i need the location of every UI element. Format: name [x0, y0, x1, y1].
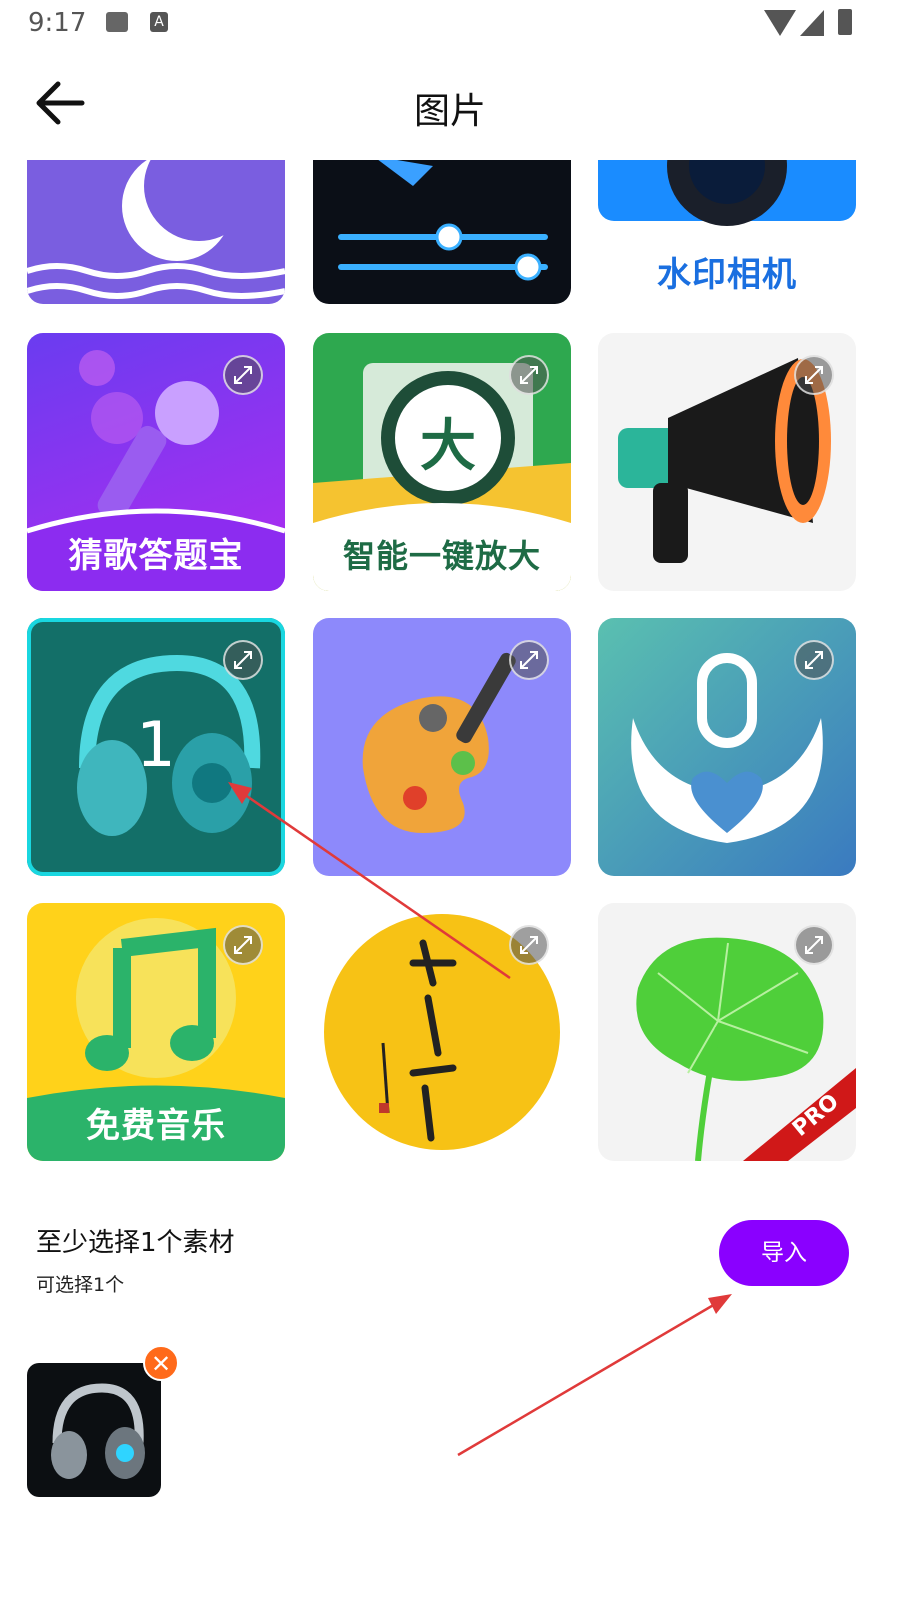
tile-caption: 猜歌答题宝 — [68, 536, 244, 576]
selection-hint: 至少选择1个素材 — [36, 1228, 235, 1258]
moon-image — [27, 160, 285, 299]
expand-icon — [234, 651, 252, 669]
battery-icon — [838, 9, 852, 35]
expand-button[interactable] — [223, 925, 263, 965]
status-time: 9:17 — [28, 8, 87, 38]
expand-button[interactable] — [509, 640, 549, 680]
expand-button[interactable] — [794, 925, 834, 965]
headphones-thumbnail-image — [51, 1383, 145, 1479]
import-button[interactable]: 导入 — [719, 1220, 849, 1286]
image-tile-megaphone[interactable] — [598, 333, 856, 591]
audio-sliders-image — [338, 160, 548, 281]
expand-button[interactable] — [509, 925, 549, 965]
expand-button[interactable] — [794, 640, 834, 680]
app-header: 图片 — [0, 60, 900, 150]
page-title: 图片 — [413, 91, 486, 132]
expand-icon — [234, 366, 252, 384]
signal-icon — [800, 10, 824, 36]
image-tile-mic[interactable]: 猜歌答题宝 — [27, 333, 285, 591]
expand-icon — [520, 651, 538, 669]
expand-icon — [805, 936, 823, 954]
image-tile-music[interactable]: 免费音乐 — [27, 903, 285, 1161]
tile-inner-char: 大 — [420, 414, 476, 479]
expand-icon — [805, 651, 823, 669]
selected-thumbnail[interactable] — [27, 1363, 161, 1497]
image-tile-audio-sliders[interactable] — [313, 160, 571, 304]
wifi-icon — [764, 10, 796, 36]
tile-caption: 免费音乐 — [86, 1106, 226, 1146]
selection-index: 1 — [136, 708, 176, 781]
expand-icon — [520, 366, 538, 384]
image-tile-mic-heart[interactable] — [598, 618, 856, 876]
expand-button[interactable] — [223, 355, 263, 395]
annotation-arrow-line — [457, 1298, 723, 1457]
expand-button[interactable] — [223, 640, 263, 680]
image-tile-lotus[interactable]: PRO — [598, 903, 856, 1161]
image-tile-moon[interactable] — [27, 160, 285, 304]
expand-button[interactable] — [794, 355, 834, 395]
tile-caption: 智能一键放大 — [342, 537, 541, 575]
status-bar: 9:17 A — [0, 0, 900, 48]
expand-icon — [234, 936, 252, 954]
image-tile-magnify[interactable]: 大 智能一键放大 — [313, 333, 571, 591]
image-tile-calligraphy[interactable] — [313, 903, 571, 1161]
expand-icon — [805, 366, 823, 384]
image-icon — [106, 12, 128, 32]
image-tile-headphones[interactable]: 1 — [27, 618, 285, 876]
close-icon: ✕ — [150, 1350, 172, 1378]
tile-caption: 水印相机 — [657, 255, 797, 295]
remove-selection-button[interactable]: ✕ — [143, 1345, 179, 1381]
image-grid[interactable]: 水印相机 猜歌答题宝 大 智能一键放大 1 免费音乐 PRO — [0, 160, 900, 1170]
a-icon: A — [150, 12, 168, 32]
expand-button[interactable] — [509, 355, 549, 395]
image-tile-palette[interactable] — [313, 618, 571, 876]
expand-icon — [520, 936, 538, 954]
image-tile-watermark-camera[interactable]: 水印相机 — [598, 160, 856, 304]
selection-subhint: 可选择1个 — [36, 1274, 125, 1296]
annotation-arrow-head — [708, 1294, 732, 1314]
